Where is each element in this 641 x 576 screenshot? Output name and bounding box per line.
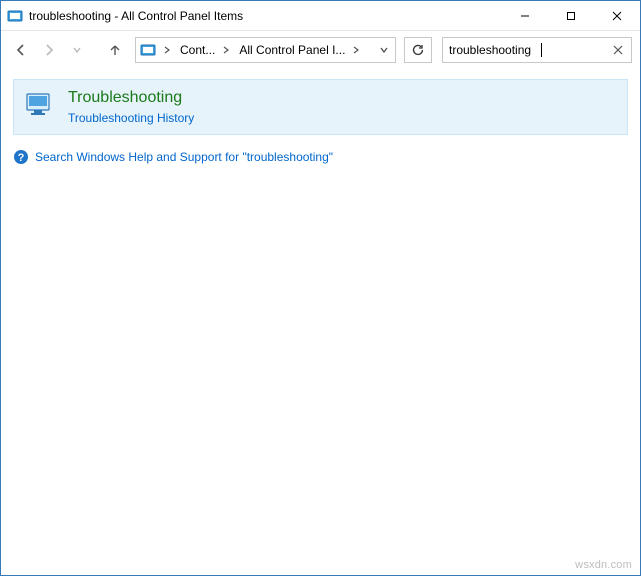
result-title[interactable]: Troubleshooting bbox=[68, 88, 194, 108]
window-title: troubleshooting - All Control Panel Item… bbox=[29, 9, 502, 23]
back-button[interactable] bbox=[9, 38, 33, 62]
result-text: Troubleshooting Troubleshooting History bbox=[68, 88, 194, 126]
help-search-link[interactable]: Search Windows Help and Support for "tro… bbox=[35, 150, 333, 164]
up-button[interactable] bbox=[103, 38, 127, 62]
help-icon: ? bbox=[13, 149, 29, 165]
content-area: Troubleshooting Troubleshooting History … bbox=[1, 69, 640, 575]
search-result-item[interactable]: Troubleshooting Troubleshooting History bbox=[13, 79, 628, 135]
window-controls bbox=[502, 1, 640, 30]
forward-button[interactable] bbox=[37, 38, 61, 62]
breadcrumb-segment[interactable]: All Control Panel I... bbox=[233, 38, 349, 62]
navigation-bar: Cont... All Control Panel I... bbox=[1, 31, 640, 69]
search-box[interactable] bbox=[442, 37, 632, 63]
refresh-button[interactable] bbox=[404, 37, 432, 63]
watermark-text: wsxdn.com bbox=[575, 559, 632, 571]
breadcrumb-segment[interactable]: Cont... bbox=[174, 38, 219, 62]
troubleshooting-icon bbox=[24, 88, 56, 120]
address-dropdown-button[interactable] bbox=[373, 38, 395, 62]
text-caret bbox=[541, 43, 542, 57]
close-button[interactable] bbox=[594, 1, 640, 30]
chevron-right-icon[interactable] bbox=[219, 38, 233, 62]
address-bar[interactable]: Cont... All Control Panel I... bbox=[135, 37, 396, 63]
minimize-button[interactable] bbox=[502, 1, 548, 30]
search-input[interactable] bbox=[443, 38, 631, 62]
result-subtitle-link[interactable]: Troubleshooting History bbox=[68, 110, 194, 126]
control-panel-window: troubleshooting - All Control Panel Item… bbox=[0, 0, 641, 576]
recent-locations-button[interactable] bbox=[65, 38, 89, 62]
help-search-row: ? Search Windows Help and Support for "t… bbox=[13, 149, 628, 165]
address-bar-icon bbox=[136, 38, 160, 62]
clear-search-button[interactable] bbox=[609, 38, 627, 62]
svg-text:?: ? bbox=[18, 152, 25, 164]
control-panel-icon bbox=[7, 8, 23, 24]
chevron-right-icon[interactable] bbox=[349, 38, 363, 62]
chevron-right-icon[interactable] bbox=[160, 38, 174, 62]
titlebar: troubleshooting - All Control Panel Item… bbox=[1, 1, 640, 31]
maximize-button[interactable] bbox=[548, 1, 594, 30]
